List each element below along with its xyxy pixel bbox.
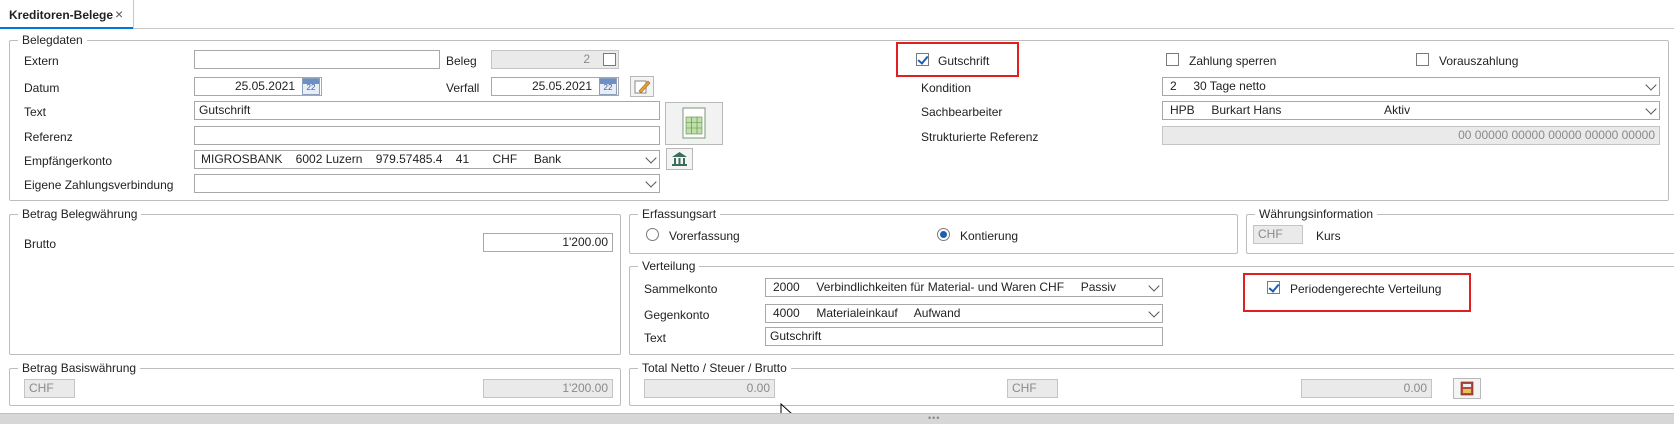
sachbearbeiter-select[interactable]: HPB Burkart Hans Aktiv — [1162, 101, 1660, 120]
gegenkonto-value: 4000 Materialeinkauf Aufwand — [773, 306, 961, 320]
total-group: Total Netto / Steuer / Brutto — [629, 361, 1674, 406]
waehrungsinformation-group: Währungsinformation — [1246, 207, 1674, 254]
betrag-basiswaehrung-title: Betrag Basiswährung — [22, 361, 137, 375]
extern-label: Extern — [24, 54, 59, 68]
sachbearbeiter-label: Sachbearbeiter — [921, 105, 1003, 119]
periodengerechte-verteilung-checkbox[interactable] — [1267, 281, 1280, 294]
total-currency-input: CHF — [1007, 379, 1058, 398]
referenz-label: Referenz — [24, 130, 73, 144]
total-brutto-input: 0.00 — [1301, 379, 1432, 398]
empfaengerkonto-select[interactable]: MIGROSBANK 6002 Luzern 979.57485.4 41 CH… — [194, 150, 660, 169]
chevron-down-icon — [1645, 103, 1657, 115]
chevron-down-icon — [1148, 306, 1160, 318]
chevron-down-icon — [1148, 280, 1160, 292]
gutschrift-label: Gutschrift — [938, 54, 990, 68]
close-icon[interactable]: × — [115, 6, 123, 22]
zahlung-sperren-checkbox[interactable] — [1166, 53, 1179, 66]
strukturierte-referenz-input: 00 00000 00000 00000 00000 00000 — [1162, 126, 1660, 145]
tab-kreditoren-belege[interactable]: Kreditoren-Belege × — [0, 0, 134, 29]
waehrungsinformation-title: Währungsinformation — [1259, 207, 1374, 221]
empfaengerkonto-value: MIGROSBANK 6002 Luzern 979.57485.4 41 CH… — [201, 152, 562, 166]
vorerfassung-label: Vorerfassung — [669, 229, 740, 243]
beleg-label: Beleg — [446, 54, 477, 68]
vorauszahlung-checkbox[interactable] — [1416, 53, 1429, 66]
tab-bar: Kreditoren-Belege × — [0, 0, 1674, 29]
beleg-input: 2 — [491, 50, 619, 69]
verteilung-text-label: Text — [644, 331, 667, 345]
kondition-value: 2 30 Tage netto — [1170, 79, 1266, 93]
text-label: Text — [24, 105, 47, 119]
zahlung-sperren-label: Zahlung sperren — [1189, 54, 1277, 68]
vorauszahlung-label: Vorauszahlung — [1439, 54, 1519, 68]
basis-currency-input: CHF — [24, 379, 75, 398]
sammelkonto-select[interactable]: 2000 Verbindlichkeiten für Material- und… — [765, 278, 1163, 297]
calendar-icon[interactable]: 22 — [599, 78, 617, 95]
gegenkonto-select[interactable]: 4000 Materialeinkauf Aufwand — [765, 304, 1163, 323]
erfassungsart-title: Erfassungsart — [642, 207, 717, 221]
bank-icon[interactable] — [666, 148, 693, 170]
strukturierte-referenz-label: Strukturierte Referenz — [921, 130, 1039, 144]
datum-label: Datum — [24, 81, 60, 95]
kontierung-radio[interactable] — [937, 228, 950, 241]
brutto-input[interactable]: 1'200.00 — [483, 233, 613, 252]
belegdaten-title: Belegdaten — [22, 33, 83, 47]
referenz-input[interactable] — [194, 126, 660, 145]
splitter-grip-icon[interactable]: ••• — [928, 413, 940, 423]
beleg-checkbox[interactable] — [603, 53, 616, 66]
chevron-down-icon — [1645, 79, 1657, 91]
total-title: Total Netto / Steuer / Brutto — [642, 361, 787, 375]
spreadsheet-icon[interactable] — [665, 102, 723, 145]
waehrung-currency-input: CHF — [1253, 225, 1303, 244]
verteilung-title: Verteilung — [642, 259, 696, 273]
tab-active-indicator — [0, 27, 133, 29]
periodengerechte-verteilung-label: Periodengerechte Verteilung — [1290, 282, 1442, 296]
text-input[interactable]: Gutschrift — [194, 101, 660, 120]
verteilung-text-input[interactable]: Gutschrift — [765, 327, 1163, 346]
chevron-down-icon — [645, 176, 657, 188]
eigene-zahlungsverbindung-select[interactable] — [194, 174, 660, 193]
kondition-select[interactable]: 2 30 Tage netto — [1162, 77, 1660, 96]
chevron-down-icon — [645, 152, 657, 164]
basis-amount-input: 1'200.00 — [483, 379, 613, 398]
kontierung-label: Kontierung — [960, 229, 1019, 243]
calendar-icon[interactable]: 22 — [302, 78, 320, 95]
kondition-label: Kondition — [921, 81, 972, 95]
betrag-belegwaehrung-title: Betrag Belegwährung — [22, 207, 138, 221]
splitter-bar[interactable] — [0, 413, 1674, 424]
eigene-zahlungsverbindung-label: Eigene Zahlungsverbindung — [24, 178, 174, 192]
kurs-label: Kurs — [1316, 229, 1341, 243]
gegenkonto-label: Gegenkonto — [644, 308, 710, 322]
sammelkonto-value: 2000 Verbindlichkeiten für Material- und… — [773, 280, 1117, 294]
betrag-belegwaehrung-group: Betrag Belegwährung — [9, 207, 621, 355]
brutto-label: Brutto — [24, 237, 57, 251]
sammelkonto-label: Sammelkonto — [644, 282, 718, 296]
total-netto-input: 0.00 — [644, 379, 775, 398]
tab-label: Kreditoren-Belege — [9, 8, 114, 22]
empfaengerkonto-label: Empfängerkonto — [24, 154, 113, 168]
edit-note-icon[interactable] — [630, 76, 654, 97]
gutschrift-checkbox[interactable] — [916, 53, 929, 66]
vorerfassung-radio[interactable] — [646, 228, 659, 241]
verfall-label: Verfall — [446, 81, 480, 95]
calculator-icon[interactable] — [1453, 378, 1481, 399]
sachbearbeiter-value: HPB Burkart Hans Aktiv — [1170, 103, 1411, 117]
extern-input[interactable] — [194, 50, 440, 69]
